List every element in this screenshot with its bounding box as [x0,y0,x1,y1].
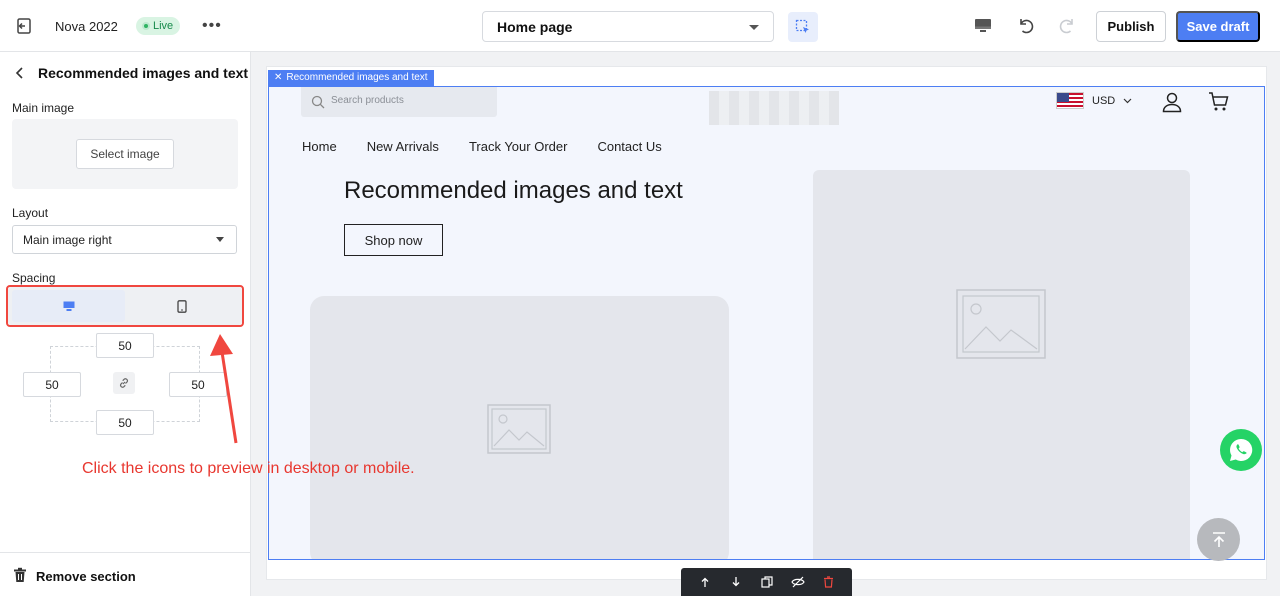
close-icon[interactable]: ✕ [274,70,282,86]
select-image-button[interactable]: Select image [76,139,174,169]
section-toolbar [681,568,852,596]
duplicate-button[interactable] [759,574,775,590]
highlight-box [6,285,244,327]
exit-icon[interactable] [15,17,33,35]
whatsapp-glyph-icon [1230,438,1253,461]
publish-button[interactable]: Publish [1096,11,1166,42]
live-dot-icon [142,22,150,30]
image-placeholder-icon [487,404,551,454]
image-placeholder-icon [956,289,1046,359]
currency-selector[interactable]: USD [1092,95,1132,107]
whatsapp-icon[interactable] [1220,429,1262,471]
store-search-bar[interactable]: Search products [301,87,497,117]
more-menu-button[interactable]: ••• [202,17,222,35]
spacing-left-input[interactable]: 50 [23,372,81,397]
redo-icon [1059,19,1073,34]
delete-button[interactable] [821,574,837,590]
move-down-icon [732,577,739,587]
us-flag-icon [1056,92,1084,109]
save-draft-button[interactable]: Save draft [1176,11,1260,42]
section-tag[interactable]: ✕ Recommended images and text [268,70,434,86]
redo-button[interactable] [1056,15,1078,37]
page-select[interactable]: Home page [482,11,774,42]
main-image[interactable] [813,170,1190,559]
remove-section-button[interactable]: Remove section [36,569,136,584]
nav-item-new-arrivals[interactable]: New Arrivals [367,139,439,154]
nav-item-home[interactable]: Home [302,139,337,154]
page-select-value: Home page [497,18,573,35]
move-up-button[interactable] [697,574,713,590]
delete-icon [824,576,833,588]
status-badge-label: Live [153,20,174,32]
spacing-right-input[interactable]: 50 [169,372,227,397]
settings-sidebar: Recommended images and text Main image S… [0,52,251,596]
undo-icon [1020,19,1034,34]
sidebar-footer: Remove section [0,552,251,596]
nav-item-track-order[interactable]: Track Your Order [469,139,568,154]
secondary-image[interactable] [310,296,729,559]
store-name: Nova 2022 [55,19,118,34]
spacing-top-input[interactable]: 50 [96,333,154,358]
move-down-button[interactable] [728,574,744,590]
user-icon[interactable] [1161,91,1183,113]
back-to-top-button[interactable] [1197,518,1240,561]
layout-select-value: Main image right [23,232,112,247]
duplicate-icon [760,576,773,588]
hide-button[interactable] [790,574,806,590]
desktop-preview-button[interactable] [972,15,994,37]
spacing-bottom-input[interactable]: 50 [96,410,154,435]
cart-icon[interactable] [1208,91,1230,113]
search-placeholder: Search products [331,95,404,106]
store-logo-blurred [709,91,839,125]
shop-now-button[interactable]: Shop now [344,224,443,256]
select-element-icon [795,19,809,33]
link-icon [120,378,128,388]
status-badge: Live [136,17,181,35]
layout-label: Layout [12,206,49,220]
chevron-down-icon [749,25,759,30]
arrow-up-icon [1212,531,1225,547]
layout-select[interactable]: Main image right [12,225,237,254]
selected-section[interactable]: Search products USD Home New Arrivals Tr… [268,86,1265,560]
spacing-label: Spacing [12,271,56,285]
select-element-button[interactable] [788,12,818,42]
nav-item-contact[interactable]: Contact Us [597,139,661,154]
back-arrow-icon[interactable] [14,66,26,80]
search-icon [311,95,325,109]
chevron-down-icon [216,237,224,242]
store-nav: Home New Arrivals Track Your Order Conta… [302,139,662,154]
move-up-icon [701,577,708,587]
link-spacing-button[interactable] [113,372,135,394]
section-tag-label: Recommended images and text [286,72,428,83]
section-title: Recommended images and text [38,65,249,81]
top-bar: Nova 2022 Live ••• Home page Publish Sav… [0,0,1280,52]
currency-label: USD [1092,95,1116,107]
main-image-label: Main image [12,101,75,115]
chevron-down-icon [1123,98,1132,104]
main-image-dropzone: Select image [12,119,238,189]
trash-icon[interactable] [13,567,27,583]
hide-icon [790,576,805,588]
hero-title: Recommended images and text [344,177,683,204]
annotation-text: Click the icons to preview in desktop or… [82,460,415,477]
undo-button[interactable] [1015,15,1037,37]
desktop-icon [975,19,991,32]
